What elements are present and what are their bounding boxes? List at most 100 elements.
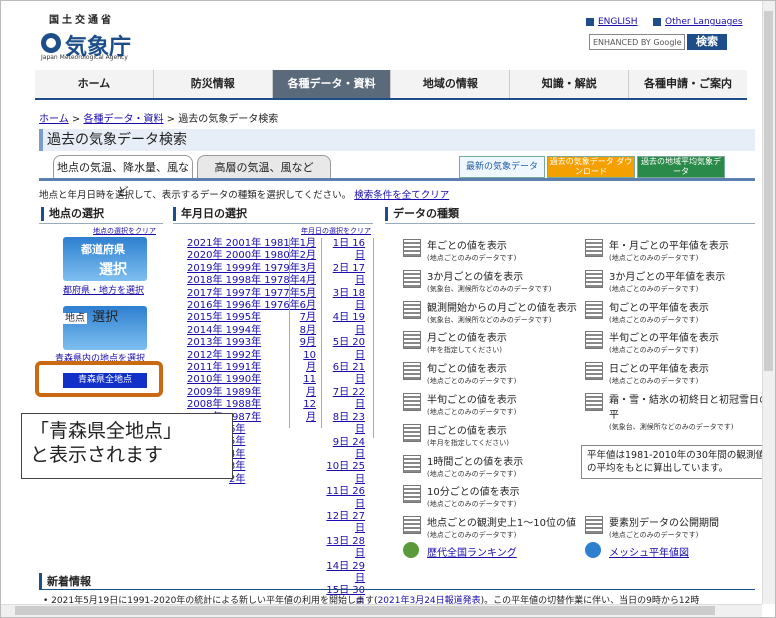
year-option[interactable]: 2018年 1998年 1978年 [187, 275, 300, 287]
data-table-icon[interactable] [403, 485, 421, 504]
day-option[interactable]: 2日 17日 [323, 263, 365, 288]
day-option[interactable]: 12日 27日 [323, 511, 365, 536]
datatype-label[interactable]: 旬ごとの平年値を表示 [609, 303, 709, 314]
month-option[interactable]: 12月 [298, 399, 316, 424]
vertical-scroll-thumb[interactable] [764, 11, 773, 371]
data-table-icon[interactable] [403, 393, 421, 411]
datatype-label[interactable]: 日ごとの値を表示 [427, 426, 507, 437]
day-option[interactable]: 1日 16日 [323, 238, 365, 263]
year-option[interactable]: 2016年 1996年 1976年 [187, 300, 300, 312]
year-option[interactable]: 2012年 1992年 [187, 350, 300, 362]
point-select-image[interactable]: 地点 選択 [63, 306, 147, 350]
datatype-label[interactable]: 日ごとの平年値を表示 [609, 364, 709, 375]
datatype-item[interactable]: 3か月ごとの値を表示 (気象台、測候所などのみのデータです) [427, 268, 551, 294]
data-table-icon[interactable] [403, 300, 421, 319]
nav-knowledge[interactable]: 知識・解説 [510, 70, 630, 98]
year-option[interactable]: 2014年 1994年 [187, 325, 300, 337]
nav-disaster[interactable]: 防災情報 [154, 70, 273, 98]
other-languages-link[interactable]: Other Languages [653, 17, 743, 27]
day-option[interactable]: 13日 28日 [323, 536, 365, 561]
day-option[interactable]: 14日 29日 [323, 561, 365, 586]
data-table-icon[interactable] [585, 239, 603, 257]
tab-surface[interactable]: 地点の気温、降水量、風など [53, 155, 193, 198]
breadcrumb-data[interactable]: 各種データ・資料 [83, 114, 163, 125]
datatype-label[interactable]: 3か月ごとの値を表示 [427, 272, 523, 283]
day-option[interactable]: 3日 18日 [323, 288, 365, 313]
year-option[interactable]: 2020年 2000年 1980年 [187, 250, 300, 262]
clear-date-link[interactable]: 年月日の選択をクリア [301, 226, 371, 236]
month-option[interactable]: 10月 [298, 350, 316, 375]
year-option[interactable]: 2008年 1988年 [187, 399, 300, 411]
data-table-icon[interactable] [403, 362, 421, 381]
datatype-item[interactable]: 3か月ごとの平年値を表示 (地点ごとのみのデータです) [609, 268, 725, 294]
day-option[interactable]: 5日 20日 [323, 337, 365, 362]
nav-region[interactable]: 地域の情報 [391, 70, 511, 98]
datatype-item[interactable]: 年ごとの値を表示 (地点ごとのみのデータです) [427, 237, 516, 263]
data-table-icon[interactable] [403, 454, 421, 473]
month-option[interactable]: 9月 [298, 337, 316, 349]
data-table-icon[interactable] [585, 331, 603, 350]
day-option[interactable]: 11日 26日 [323, 486, 365, 511]
prefecture-select-image[interactable]: 都道府県 選択 [63, 237, 147, 281]
datatype-item[interactable]: 霜・雪・結氷の初終日と初冠雪日の平 (気象台、測候所などのみのデータです) [609, 391, 775, 432]
month-option[interactable]: 5月 [298, 288, 316, 300]
data-table-icon[interactable] [585, 516, 603, 535]
search-button[interactable]: 検索 [687, 34, 727, 50]
datatype-label[interactable]: 10分ごとの値を表示 [427, 487, 520, 498]
month-option[interactable]: 4月 [298, 275, 316, 287]
jma-logo-icon[interactable] [41, 33, 61, 53]
datatype-item[interactable]: 日ごとの平年値を表示 (地点ごとのみのデータです) [609, 360, 709, 386]
day-option[interactable]: 4日 19日 [323, 312, 365, 337]
year-option[interactable]: 2017年 1997年 1977年 [187, 288, 300, 300]
data-table-icon[interactable] [585, 300, 603, 319]
datatype-label[interactable]: 地点ごとの観測史上1〜10位の値 [427, 518, 576, 529]
day-option[interactable]: 9日 24日 [323, 437, 365, 462]
breadcrumb-home[interactable]: ホーム [39, 114, 69, 125]
day-option[interactable]: 8日 23日 [323, 412, 365, 437]
day-option[interactable]: 10日 25日 [323, 461, 365, 486]
month-option[interactable]: 8月 [298, 325, 316, 337]
datatype-item[interactable]: 1時間ごとの値を表示 (地点ごとのみのデータです) [427, 453, 523, 479]
tab-upper-air[interactable]: 高層の気温、風など [197, 155, 331, 180]
data-table-icon[interactable] [403, 269, 421, 288]
datatype-item[interactable]: 旬ごとの平年値を表示 (地点ごとのみのデータです) [609, 299, 709, 325]
day-option[interactable]: 7日 22日 [323, 387, 365, 412]
month-option[interactable]: 1月 [298, 238, 316, 250]
month-option[interactable]: 7月 [298, 312, 316, 324]
datatype-label[interactable]: 年・月ごとの平年値を表示 [609, 241, 729, 252]
datatype-label[interactable]: 観測開始からの月ごとの値を表示 [427, 303, 577, 314]
data-table-icon[interactable] [403, 516, 421, 535]
nav-data[interactable]: 各種データ・資料 [272, 70, 392, 98]
datatype-label[interactable]: 半旬ごとの平年値を表示 [609, 333, 719, 344]
horizontal-scroll-thumb[interactable] [15, 606, 715, 615]
datatype-label[interactable]: 要素別データの公開期間 [609, 518, 719, 529]
datatype-item[interactable]: 半旬ごとの平年値を表示 (地点ごとのみのデータです) [609, 329, 719, 355]
datatype-label[interactable]: 3か月ごとの平年値を表示 [609, 272, 725, 283]
datatype-item[interactable]: 観測開始からの月ごとの値を表示 (気象台、測候所などのみのデータです) [427, 299, 577, 325]
datatype-label[interactable]: 年ごとの値を表示 [427, 241, 507, 252]
datatype-item[interactable]: 半旬ごとの値を表示 (地点ごとのみのデータです) [427, 391, 517, 417]
datatype-item[interactable]: 10分ごとの値を表示 (地点ごとのみのデータです) [427, 483, 520, 509]
prefecture-link[interactable]: 都府県・地方を選択 [63, 283, 144, 296]
ranking-link[interactable]: 歴代全国ランキング [427, 544, 517, 559]
year-option[interactable]: 2010年 1990年 [187, 374, 300, 386]
month-option[interactable]: 6月 [298, 300, 316, 312]
year-option[interactable]: 2009年 1989年 [187, 387, 300, 399]
year-option[interactable]: 2021年 2001年 1981年 [187, 238, 300, 250]
month-option[interactable]: 3月 [298, 263, 316, 275]
nav-home[interactable]: ホーム [35, 70, 154, 98]
datatype-label[interactable]: 旬ごとの値を表示 [427, 364, 507, 375]
datatype-item[interactable]: 年・月ごとの平年値を表示 (地点ごとのみのデータです) [609, 237, 729, 263]
regional-avg-banner[interactable]: 過去の地域平均気象データ [637, 156, 725, 178]
clear-all-link[interactable]: 検索条件を全てクリア [354, 190, 449, 201]
year-option[interactable]: 2011年 1991年 [187, 362, 300, 374]
data-table-icon[interactable] [403, 239, 421, 257]
data-table-icon[interactable] [403, 423, 421, 442]
data-table-icon[interactable] [585, 393, 603, 411]
year-option[interactable]: 2019年 1999年 1979年 [187, 263, 300, 275]
datatype-label[interactable]: 霜・雪・結氷の初終日と初冠雪日の平 [609, 395, 769, 421]
datatype-label[interactable]: 月ごとの値を表示 [427, 333, 507, 344]
latest-data-banner[interactable]: 最新の気象データ [459, 156, 545, 178]
datatype-item[interactable]: 月ごとの値を表示 (年を指定してください) [427, 329, 507, 355]
month-option[interactable]: 11月 [298, 374, 316, 399]
